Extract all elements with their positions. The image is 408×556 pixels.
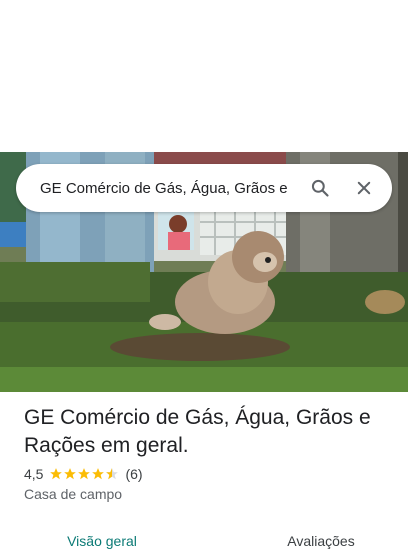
- search-bar[interactable]: GE Comércio de Gás, Água, Grãos e: [16, 164, 392, 212]
- review-count: (6): [125, 466, 143, 482]
- place-tabs: Visão geral Avaliações: [0, 526, 408, 556]
- tab-reviews[interactable]: Avaliações: [204, 526, 408, 556]
- map-blank-area: [0, 0, 408, 152]
- star-icon: [64, 468, 77, 480]
- close-icon[interactable]: [342, 166, 386, 210]
- star-icon: [92, 468, 105, 480]
- rating-stars: [49, 467, 119, 481]
- place-details: GE Comércio de Gás, Água, Grãos e Rações…: [24, 404, 394, 502]
- place-category: Casa de campo: [24, 486, 123, 502]
- rating-value: 4,5: [24, 466, 44, 482]
- star-half-icon: [106, 468, 119, 480]
- tab-overview[interactable]: Visão geral: [0, 526, 204, 556]
- search-icon[interactable]: [298, 166, 342, 210]
- place-name: GE Comércio de Gás, Água, Grãos e Rações…: [24, 406, 371, 457]
- rating-row[interactable]: 4,5 (6): [24, 466, 394, 482]
- search-query-text[interactable]: GE Comércio de Gás, Água, Grãos e: [40, 180, 298, 197]
- star-icon: [78, 468, 91, 480]
- star-icon: [50, 468, 63, 480]
